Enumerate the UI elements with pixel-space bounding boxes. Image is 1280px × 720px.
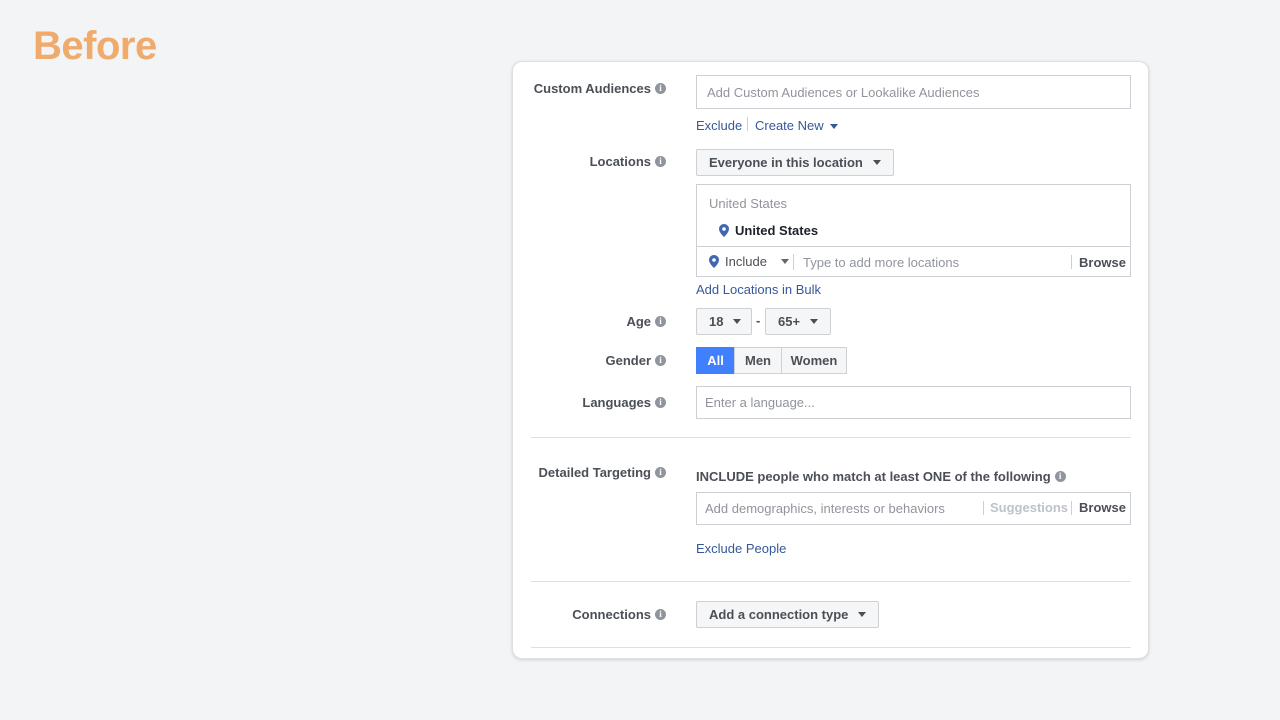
info-icon[interactable]: i <box>655 355 666 366</box>
connection-type-dropdown[interactable]: Add a connection type <box>696 601 880 628</box>
age-min-dropdown[interactable]: 18 <box>696 308 752 335</box>
locations-box: United States United States Include Type… <box>696 184 1131 277</box>
audience-targeting-panel: Custom Audiences i Add Custom Audiences … <box>512 61 1149 659</box>
include-separator <box>793 254 794 270</box>
info-icon[interactable]: i <box>655 397 666 408</box>
location-browse-button[interactable]: Browse <box>1079 255 1126 270</box>
location-pin-icon <box>709 255 719 268</box>
page-heading: Before <box>33 24 157 68</box>
info-icon[interactable]: i <box>655 609 666 620</box>
locations-label: Locations i <box>590 154 666 169</box>
caret-down-icon <box>733 319 742 324</box>
gender-all-button[interactable]: All <box>696 347 735 374</box>
caret-down-icon <box>872 160 881 165</box>
caret-down-icon <box>780 259 789 264</box>
suggestions-button[interactable]: Suggestions <box>990 500 1068 515</box>
targeting-browse-button[interactable]: Browse <box>1079 500 1126 515</box>
connections-label: Connections i <box>572 607 666 622</box>
location-search-input[interactable]: Type to add more locations <box>803 255 959 270</box>
age-label: Age i <box>626 314 666 329</box>
caret-down-icon <box>858 612 867 617</box>
info-icon[interactable]: i <box>655 316 666 327</box>
section-divider <box>531 437 1131 438</box>
caret-down-icon <box>810 319 819 324</box>
gender-women-button[interactable]: Women <box>781 347 847 374</box>
info-icon[interactable]: i <box>655 156 666 167</box>
info-icon[interactable]: i <box>655 83 666 94</box>
chevron-down-icon <box>830 124 839 130</box>
detailed-targeting-label: Detailed Targeting i <box>539 465 666 480</box>
exclude-people-link[interactable]: Exclude People <box>696 541 786 556</box>
location-pin-icon <box>719 224 729 237</box>
browse-separator <box>1071 255 1072 269</box>
section-divider <box>531 581 1131 582</box>
gender-men-button[interactable]: Men <box>734 347 782 374</box>
exclude-audiences-link[interactable]: Exclude <box>696 118 742 133</box>
browse-separator <box>1071 501 1072 515</box>
custom-audiences-input[interactable]: Add Custom Audiences or Lookalike Audien… <box>696 75 1131 109</box>
age-range-separator: - <box>756 313 761 328</box>
age-max-dropdown[interactable]: 65+ <box>765 308 831 335</box>
info-icon[interactable]: i <box>655 467 666 478</box>
include-select[interactable]: Include <box>709 254 789 269</box>
country-header: United States <box>709 196 788 211</box>
section-divider <box>531 647 1131 648</box>
link-separator <box>747 117 748 131</box>
add-locations-bulk-link[interactable]: Add Locations in Bulk <box>696 282 821 297</box>
selected-location[interactable]: United States <box>719 223 818 238</box>
targeting-instruction: INCLUDE people who match at least ONE of… <box>696 469 1066 484</box>
languages-input[interactable]: Enter a language... <box>696 386 1131 419</box>
custom-audiences-label: Custom Audiences i <box>534 81 666 96</box>
languages-label: Languages i <box>582 395 666 410</box>
create-new-link[interactable]: Create New <box>755 118 839 133</box>
suggestions-separator <box>983 501 984 515</box>
location-type-dropdown[interactable]: Everyone in this location <box>696 149 894 176</box>
info-icon[interactable]: i <box>1054 471 1066 482</box>
locations-divider <box>697 246 1130 247</box>
gender-label: Gender i <box>605 353 666 368</box>
